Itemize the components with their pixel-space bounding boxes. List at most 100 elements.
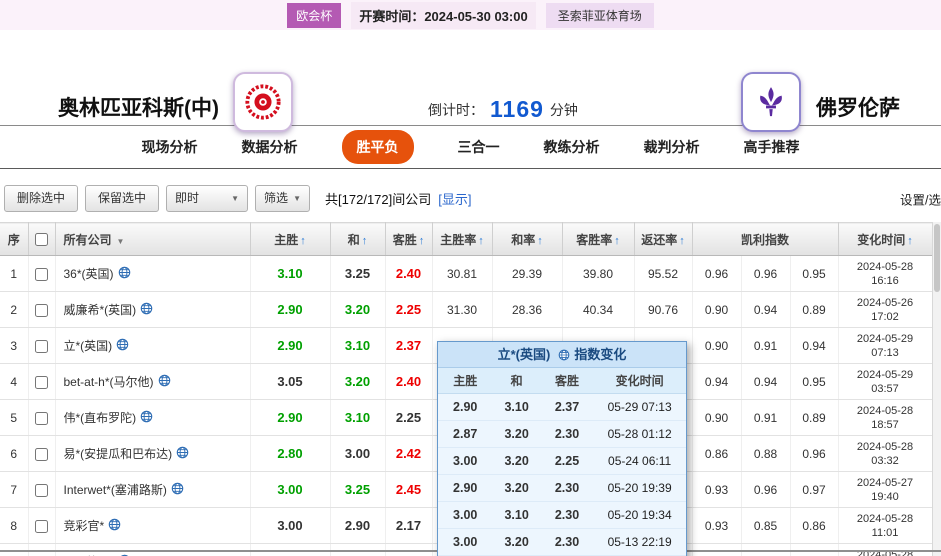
tab-three-in-one[interactable]: 三合一 (458, 137, 500, 157)
row-checkbox[interactable] (35, 339, 48, 353)
globe-icon[interactable] (171, 482, 184, 495)
delete-selected-button[interactable]: 删除选中 (4, 185, 79, 212)
company-name[interactable]: 易*(安提瓜和巴布达) (55, 435, 251, 472)
return-rate: 95.52 (634, 255, 693, 292)
company-name[interactable]: 立*(英国) (55, 327, 251, 364)
popup-col-draw: 和 (492, 368, 541, 394)
col-return-rate[interactable]: 返还率 ↑ (634, 222, 693, 256)
row-checkbox[interactable] (35, 267, 48, 281)
instant-dropdown[interactable]: 即时 ▼ (166, 185, 249, 212)
row-index: 7 (0, 471, 29, 508)
popup-away-odds: 2.30 (540, 474, 594, 502)
countdown: 倒计时： 1169 分钟 (428, 96, 578, 123)
kelly-away: 0.89 (790, 291, 839, 328)
tab-bar: 现场分析 数据分析 胜平负 三合一 教练分析 裁判分析 高手推荐 (0, 125, 941, 169)
show-link[interactable]: [显示] (438, 189, 471, 208)
popup-draw-odds: 3.20 (492, 447, 541, 475)
company-name[interactable]: Interwet*(塞浦路斯) (55, 471, 251, 508)
popup-row: 3.00 3.20 2.25 05-24 06:11 (438, 447, 686, 475)
odds-row[interactable]: 1 36*(英国) 3.10 3.25 2.40 30.81 29.39 39.80 95.52… (0, 255, 933, 292)
popup-change-time: 05-28 01:12 (593, 420, 686, 448)
row-index: 8 (0, 507, 29, 544)
chevron-down-icon: ▼ (231, 194, 240, 203)
home-odds: 2.90 (250, 327, 331, 364)
league-badge: 欧会杯 (287, 2, 342, 28)
draw-odds: 3.00 (330, 435, 386, 472)
company-name[interactable]: 36*(英国) (55, 255, 251, 292)
col-home-rate[interactable]: 主胜率 ↑ (432, 222, 493, 256)
kelly-home: 0.93 (692, 507, 742, 544)
away-rate: 39.80 (562, 255, 635, 292)
tab-expert-picks[interactable]: 高手推荐 (744, 137, 800, 157)
globe-icon[interactable] (116, 338, 129, 351)
scrollbar-thumb[interactable] (934, 224, 940, 292)
select-all-checkbox[interactable] (35, 233, 48, 247)
row-checkbox[interactable] (35, 375, 48, 389)
settings-link[interactable]: 设置/选 (900, 189, 941, 208)
draw-odds: 3.25 (330, 255, 386, 292)
popup-change-time: 05-20 19:34 (593, 501, 686, 529)
globe-icon[interactable] (118, 266, 131, 279)
globe-icon[interactable] (108, 518, 121, 531)
globe-icon[interactable] (176, 446, 189, 459)
globe-icon[interactable] (158, 374, 171, 387)
kelly-away: 0.96 (790, 435, 839, 472)
away-odds: 2.17 (385, 507, 433, 544)
company-name[interactable]: 伟*(直布罗陀) (55, 399, 251, 436)
col-company[interactable]: 所有公司 ▼ (55, 222, 251, 256)
col-away-odds[interactable]: 客胜 ↑ (385, 222, 433, 256)
away-odds: 2.25 (385, 399, 433, 436)
popup-draw-odds: 3.20 (492, 474, 541, 502)
change-time: 2024-05-26 17:02 (838, 291, 933, 328)
home-rate: 31.30 (432, 291, 493, 328)
col-change-time[interactable]: 变化时间 ↑ (838, 222, 933, 256)
sort-asc-icon: ↑ (679, 234, 685, 247)
draw-odds: 3.25 (330, 471, 386, 508)
popup-company-name: 立*(英国) (497, 347, 551, 362)
row-checkbox-cell (28, 435, 56, 472)
change-time: 2024-05-29 07:13 (838, 327, 933, 364)
filter-dropdown-label: 筛选 (264, 191, 289, 205)
row-checkbox[interactable] (35, 303, 48, 317)
popup-change-time: 05-20 19:39 (593, 474, 686, 502)
tab-data-analysis[interactable]: 数据分析 (242, 137, 298, 157)
chevron-down-icon: ▼ (293, 194, 302, 203)
home-odds: 2.90 (250, 399, 331, 436)
col-away-rate[interactable]: 客胜率 ↑ (562, 222, 635, 256)
tab-coach-analysis[interactable]: 教练分析 (544, 137, 600, 157)
sort-asc-icon: ↑ (478, 234, 484, 247)
kelly-home: 0.96 (692, 255, 742, 292)
popup-row: 3.00 3.10 2.30 05-20 19:34 (438, 501, 686, 529)
company-filter-caret-icon[interactable]: ▼ (117, 237, 125, 246)
match-info-bar: 欧会杯 开赛时间：2024-05-30 03:00 圣索菲亚体育场 (0, 0, 941, 30)
odds-row[interactable]: 2 威廉希*(英国) 2.90 3.20 2.25 31.30 28.36 40.34 90.7… (0, 291, 933, 328)
row-checkbox[interactable] (35, 519, 48, 533)
tab-win-draw-loss[interactable]: 胜平负 (341, 130, 414, 164)
col-draw-rate[interactable]: 和率 ↑ (492, 222, 563, 256)
kelly-draw: 0.96 (741, 471, 791, 508)
col-home-odds[interactable]: 主胜 ↑ (250, 222, 331, 256)
popup-draw-odds: 3.20 (492, 420, 541, 448)
globe-icon[interactable] (140, 302, 153, 315)
kickoff-time: 开赛时间：2024-05-30 03:00 (351, 1, 536, 29)
filter-dropdown[interactable]: 筛选 ▼ (255, 185, 311, 212)
company-name[interactable]: 威廉希*(英国) (55, 291, 251, 328)
tab-referee-analysis[interactable]: 裁判分析 (644, 137, 700, 157)
row-checkbox[interactable] (35, 447, 48, 461)
company-name[interactable]: bet-at-h*(马尔他) (55, 363, 251, 400)
company-name[interactable]: 竞彩官* (55, 507, 251, 544)
row-checkbox[interactable] (35, 411, 48, 425)
popup-home-odds: 3.00 (438, 447, 493, 475)
globe-icon[interactable] (140, 410, 153, 423)
col-draw-odds[interactable]: 和 ↑ (330, 222, 386, 256)
tab-live-analysis[interactable]: 现场分析 (142, 137, 198, 157)
row-checkbox-cell (28, 363, 56, 400)
popup-col-away: 客胜 (540, 368, 594, 394)
keep-selected-button[interactable]: 保留选中 (85, 185, 160, 212)
return-rate: 90.76 (634, 291, 693, 328)
row-checkbox[interactable] (35, 483, 48, 497)
kelly-home: 0.90 (692, 291, 742, 328)
kickoff-label: 开赛时间： (359, 8, 425, 24)
kelly-draw: 0.91 (741, 327, 791, 364)
vertical-scrollbar[interactable] (932, 222, 941, 556)
